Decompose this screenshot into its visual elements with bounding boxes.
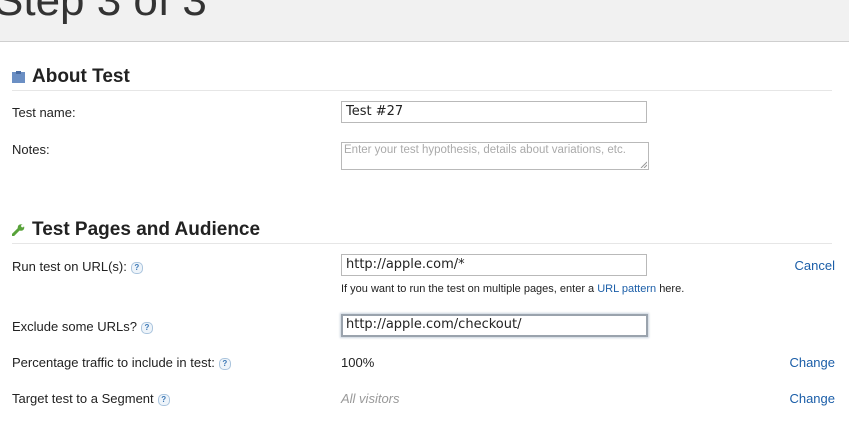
traffic-change-link[interactable]: Change <box>789 355 835 370</box>
run-url-label-text: Run test on URL(s): <box>12 259 127 274</box>
traffic-label-text: Percentage traffic to include in test: <box>12 355 215 370</box>
segment-label: Target test to a Segment? <box>12 391 170 406</box>
run-url-value: http://apple.com/* <box>346 257 465 272</box>
notes-placeholder: Enter your test hypothesis, details abou… <box>344 144 626 156</box>
notes-textarea[interactable]: Enter your test hypothesis, details abou… <box>341 142 649 170</box>
test-name-label: Test name: <box>12 105 76 120</box>
exclude-urls-value: http://apple.com/checkout/ <box>346 317 522 332</box>
cancel-link[interactable]: Cancel <box>795 258 835 273</box>
segment-label-text: Target test to a Segment <box>12 391 154 406</box>
notes-label: Notes: <box>12 142 50 157</box>
step-title: Step 3 of 3 <box>0 0 207 25</box>
help-icon[interactable]: ? <box>130 262 143 274</box>
hint-suffix: here. <box>659 283 685 295</box>
traffic-label: Percentage traffic to include in test:? <box>12 355 231 370</box>
hint-prefix: If you want to run the test on multiple … <box>341 283 595 295</box>
section-title: About Test <box>32 66 130 87</box>
url-pattern-hint: If you want to run the test on multiple … <box>341 283 684 295</box>
run-url-input[interactable]: http://apple.com/* <box>341 254 647 276</box>
segment-value: All visitors <box>341 391 400 406</box>
section-test-pages: Test Pages and Audience <box>12 219 832 244</box>
traffic-value: 100% <box>341 355 375 370</box>
resize-grip-icon[interactable] <box>640 161 647 168</box>
clipboard-icon <box>12 71 25 83</box>
exclude-urls-input[interactable]: http://apple.com/checkout/ <box>341 314 648 337</box>
wrench-icon <box>12 224 25 236</box>
section-title: Test Pages and Audience <box>32 219 261 240</box>
segment-change-link[interactable]: Change <box>789 391 835 406</box>
run-url-label: Run test on URL(s):? <box>12 259 143 274</box>
test-name-value: Test #27 <box>346 104 404 119</box>
test-name-input[interactable]: Test #27 <box>341 101 647 123</box>
exclude-urls-label: Exclude some URLs?? <box>12 319 153 334</box>
wizard-header: Step 3 of 3 <box>0 0 849 42</box>
section-about-test: About Test <box>12 66 832 91</box>
help-icon[interactable]: ? <box>157 394 170 406</box>
help-icon[interactable]: ? <box>141 322 153 334</box>
help-icon[interactable]: ? <box>218 358 231 370</box>
url-pattern-link[interactable]: URL pattern <box>597 283 656 295</box>
exclude-urls-label-text: Exclude some URLs? <box>12 319 137 334</box>
